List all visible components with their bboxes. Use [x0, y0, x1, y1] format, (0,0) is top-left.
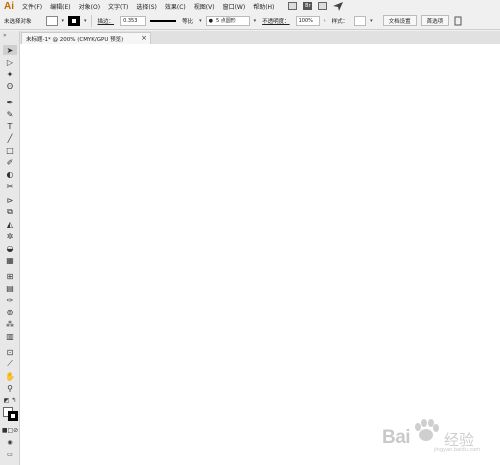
document-tab-label: 未标题-1* @ 200% (CMYK/GPU 预览) [26, 36, 124, 43]
menu-help[interactable]: 帮助(H) [249, 2, 278, 11]
pen-tool-icon[interactable]: ✒ [3, 97, 17, 107]
warp-tool-icon[interactable]: ◭ [3, 219, 17, 229]
stroke-weight-input[interactable]: 0.353 [120, 15, 147, 26]
menu-effect[interactable]: 效果(C) [161, 2, 190, 11]
variable-width-profile[interactable]: 等比 [180, 17, 195, 25]
stroke-label[interactable]: 描边： [96, 17, 117, 25]
close-icon[interactable]: × [141, 34, 147, 42]
selection-tool-icon[interactable]: ➤ [3, 45, 17, 55]
baidu-watermark: Bai 经验 jingyan.baidu.com [382, 417, 494, 453]
workspace-switcher-icon[interactable] [318, 2, 328, 10]
divider [90, 14, 92, 27]
direct-selection-tool-icon[interactable]: ▷ [3, 57, 17, 67]
line-tool-icon[interactable]: ╱ [3, 133, 17, 143]
menu-type[interactable]: 文字(T) [104, 2, 132, 11]
stroke-line-preview [150, 16, 177, 26]
collapse-icon[interactable]: » [0, 31, 19, 39]
puppet-warp-tool-icon[interactable]: ✲ [3, 231, 17, 241]
menu-icon-group: Br [288, 1, 344, 11]
tools-panel: » ➤ ▷ ✦ ʘ ✒ ✎ T ╱ □ ✐ ◐ ✂ ⊳ ⧉ ◭ ✲ ◒ ▦ ⊞ … [0, 31, 20, 465]
blend-tool-icon[interactable]: ⊚ [3, 307, 17, 317]
document-setup-button[interactable]: 文档设置 [382, 15, 417, 26]
document-icon[interactable] [453, 16, 463, 26]
menu-select[interactable]: 选择(S) [132, 2, 161, 11]
hand-tool-icon[interactable]: ✋ [3, 371, 17, 381]
scale-tool-icon[interactable]: ⧉ [3, 207, 17, 217]
menu-view[interactable]: 视图(V) [190, 2, 219, 11]
zoom-tool-icon[interactable]: ⚲ [3, 383, 17, 393]
lasso-tool-icon[interactable]: ʘ [3, 81, 17, 91]
send-icon[interactable] [333, 1, 344, 11]
style-label: 样式： [331, 18, 349, 25]
paw-icon [415, 419, 439, 441]
shaper-tool-icon[interactable]: ◐ [3, 169, 17, 179]
stroke-swatch[interactable] [68, 15, 81, 26]
slice-tool-icon[interactable]: ⟋ [3, 359, 17, 369]
app-logo: Ai [4, 0, 14, 12]
chevron-down-icon[interactable]: ▾ [254, 18, 257, 24]
menu-bar: Ai 文件(F) 编辑(E) 对象(O) 文字(T) 选择(S) 效果(C) 视… [0, 0, 500, 12]
gradient-tool-icon[interactable]: ▤ [3, 283, 17, 293]
screen-mode-icon[interactable]: ▭ [3, 449, 17, 459]
opacity-label[interactable]: 不透明度： [260, 17, 292, 25]
chevron-down-icon[interactable]: ▾ [199, 18, 202, 24]
color-mode-icon[interactable]: ■□⊘ [2, 425, 18, 435]
chevron-down-icon[interactable]: ▾ [62, 18, 65, 24]
paintbrush-tool-icon[interactable]: ✐ [3, 157, 17, 167]
column-graph-tool-icon[interactable]: ▥ [3, 331, 17, 341]
menu-file[interactable]: 文件(F) [18, 2, 46, 11]
default-colors-icon[interactable]: ◩ ↰ [3, 395, 17, 405]
document-tab-bar: 未标题-1* @ 200% (CMYK/GPU 预览) × [20, 31, 500, 44]
rectangle-tool-icon[interactable]: □ [3, 145, 17, 155]
preferences-button[interactable]: 首选项 [420, 15, 450, 26]
mesh-tool-icon[interactable]: ⊞ [3, 271, 17, 281]
curvature-tool-icon[interactable]: ✎ [3, 109, 17, 119]
document-tab[interactable]: 未标题-1* @ 200% (CMYK/GPU 预览) × [21, 32, 151, 44]
fill-swatch[interactable] [45, 15, 58, 26]
brush-label: 5 点圆形 [215, 18, 236, 24]
artboard-tool-icon[interactable]: ⊡ [3, 347, 17, 357]
brush-definition[interactable]: ● 5 点圆形 [205, 15, 250, 26]
chevron-down-icon[interactable]: ▾ [84, 18, 87, 24]
graphic-style-swatch[interactable] [354, 15, 367, 26]
eyedropper-tool-icon[interactable]: ✑ [3, 295, 17, 305]
stroke-box[interactable] [8, 411, 18, 421]
shape-builder-tool-icon[interactable]: ◒ [3, 243, 17, 253]
illustrator-window: Ai 文件(F) 编辑(E) 对象(O) 文字(T) 选择(S) 效果(C) 视… [0, 0, 500, 465]
menu-edit[interactable]: 编辑(E) [46, 2, 74, 11]
watermark-url: jingyan.baidu.com [434, 447, 481, 453]
perspective-grid-tool-icon[interactable]: ▦ [3, 255, 17, 265]
chevron-down-icon[interactable]: ▾ [370, 18, 373, 24]
drawing-mode-icon[interactable]: ◉ [3, 437, 17, 447]
chevron-right-icon[interactable]: › [324, 18, 326, 24]
menu-window[interactable]: 窗口(W) [219, 2, 250, 11]
arrange-documents-icon[interactable] [288, 2, 298, 10]
artboard-canvas[interactable] [20, 44, 500, 465]
type-tool-icon[interactable]: T [3, 121, 17, 131]
scissors-tool-icon[interactable]: ✂ [3, 181, 17, 191]
opacity-input[interactable]: 100% [295, 15, 320, 26]
magic-wand-tool-icon[interactable]: ✦ [3, 69, 17, 79]
symbol-sprayer-tool-icon[interactable]: ⁂ [3, 319, 17, 329]
menu-object[interactable]: 对象(O) [75, 2, 104, 11]
reflect-tool-icon[interactable]: ⊳ [3, 195, 17, 205]
watermark-brand: Bai [382, 427, 411, 448]
control-bar: 未选择对象 ▾ ▾ 描边： 0.353 等比 ▾ ● 5 点圆形 ▾ 不透明度：… [0, 12, 500, 30]
fill-stroke-widget[interactable] [3, 407, 19, 421]
selection-status: 未选择对象 [4, 18, 32, 25]
bridge-icon[interactable]: Br [303, 2, 313, 10]
brush-dot-icon: ● [208, 17, 213, 24]
